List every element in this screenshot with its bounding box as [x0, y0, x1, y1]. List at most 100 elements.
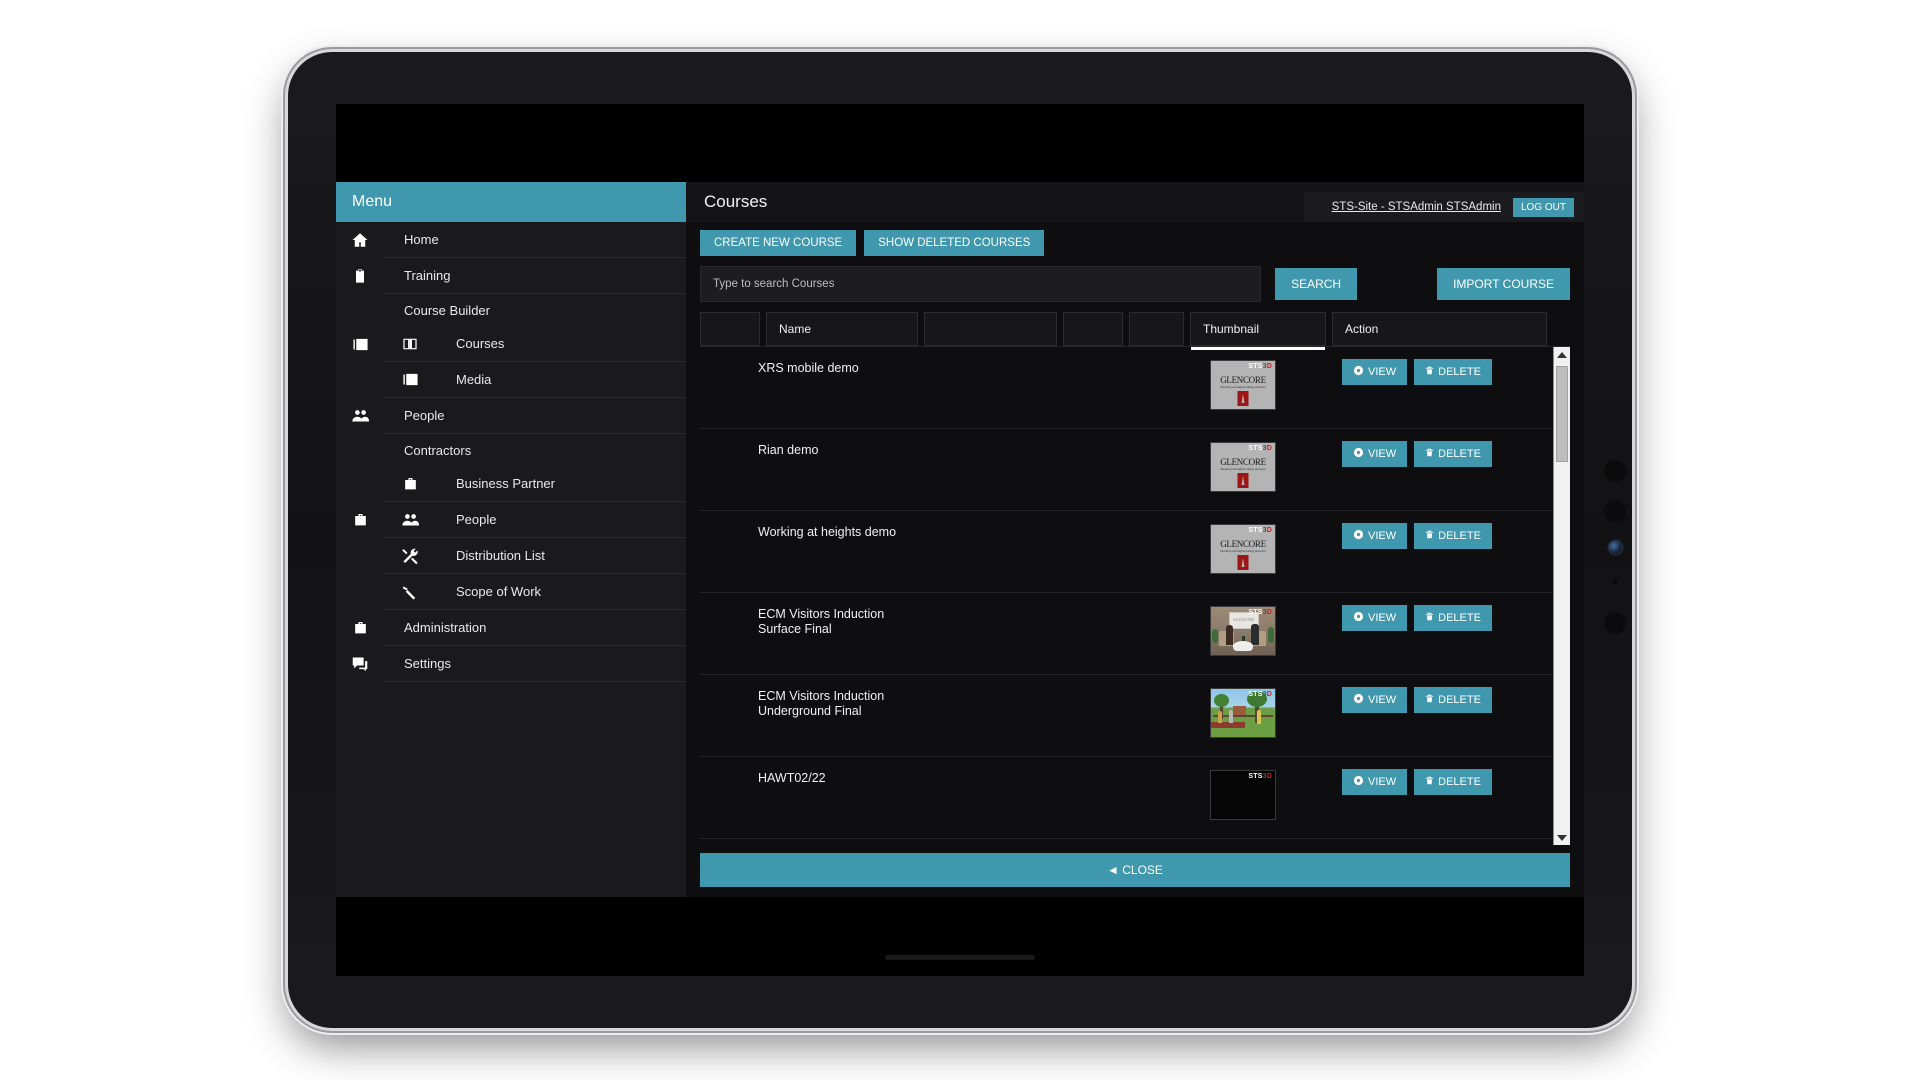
course-action-cell: VIEW DELETE	[1334, 347, 1552, 385]
course-action-cell: VIEW DELETE	[1334, 429, 1552, 467]
tablet-volume-down-button[interactable]	[1604, 500, 1626, 522]
scroll-up-arrow-icon[interactable]	[1554, 347, 1570, 362]
people-icon	[351, 409, 370, 423]
show-deleted-courses-button[interactable]: SHOW DELETED COURSES	[864, 230, 1045, 256]
course-name-cell: XRS mobile demo	[758, 361, 859, 375]
sts3d-logo: STS3D	[1248, 363, 1272, 370]
column-header-thumbnail[interactable]: Thumbnail	[1190, 312, 1326, 350]
create-new-course-button[interactable]: CREATE NEW COURSE	[700, 230, 857, 256]
column-header-action[interactable]: Action	[1332, 312, 1547, 346]
glencore-wordmark: GLENCORE	[1220, 375, 1266, 385]
scroll-down-arrow-icon[interactable]	[1554, 830, 1570, 845]
eye-icon	[1353, 693, 1364, 707]
tablet-volume-up-button[interactable]	[1604, 460, 1626, 482]
view-button-label: VIEW	[1368, 612, 1397, 624]
sidebar-item-scope-of-work[interactable]: Scope of Work	[336, 574, 686, 610]
table-vertical-scrollbar[interactable]	[1553, 347, 1570, 845]
search-input[interactable]	[700, 266, 1262, 302]
scrollbar-track[interactable]	[1554, 362, 1570, 830]
sidebar-item-media[interactable]: Media	[336, 362, 686, 398]
media-icon	[401, 371, 420, 388]
sidebar-item-business-partner[interactable]: Business Partner	[336, 466, 686, 502]
column-header-blank-0[interactable]	[700, 312, 760, 346]
sidebar-item-course-builder-label: Course Builder	[404, 302, 490, 318]
tablet-sensor-icon	[1613, 579, 1618, 584]
table-header-row: Name Thumbnail Action	[700, 312, 1570, 350]
media-icon	[351, 336, 370, 353]
sidebar-item-distribution-list[interactable]: Distribution List	[336, 538, 686, 574]
view-button[interactable]: VIEW	[1342, 769, 1408, 795]
sidebar-item-training[interactable]: Training	[336, 258, 686, 294]
sidebar-item-people-icon-slot	[336, 398, 384, 434]
search-bar: SEARCH IMPORT COURSE	[686, 262, 1584, 312]
eye-icon	[1353, 529, 1364, 543]
tablet-power-button[interactable]	[1604, 612, 1626, 634]
course-thumbnail-cell: STS3D GLENCORE	[1152, 593, 1334, 655]
delete-button[interactable]: DELETE	[1414, 523, 1492, 549]
import-course-button[interactable]: IMPORT COURSE	[1437, 268, 1570, 300]
table-row[interactable]: Rian demo STS3D GLENCORE Working at heights…	[700, 429, 1552, 511]
sidebar-item-home[interactable]: Home	[336, 222, 686, 258]
briefcase-icon	[352, 620, 369, 636]
view-button[interactable]: VIEW	[1342, 523, 1408, 549]
eye-icon	[1353, 775, 1364, 789]
sidebar-item-training-label: Training	[404, 268, 451, 283]
column-header-blank-3[interactable]	[1063, 312, 1123, 346]
course-name-cell: ECM Visitors Induction Underground Final	[758, 689, 885, 718]
course-thumbnail-cell: STS3D GLENCORE Working at heights safety p…	[1152, 347, 1334, 409]
page-title: Courses	[686, 182, 1304, 222]
sidebar-item-people[interactable]: People	[336, 502, 686, 538]
delete-button[interactable]: DELETE	[1414, 605, 1492, 631]
search-button[interactable]: SEARCH	[1275, 268, 1358, 300]
sidebar-item-business-partner-label: Business Partner	[456, 476, 555, 491]
view-button-label: VIEW	[1368, 366, 1397, 378]
sidebar-item-media-parent-icon-slot	[336, 362, 384, 398]
close-button[interactable]: ◄ CLOSE	[700, 853, 1570, 887]
table-row[interactable]: XRS mobile demo STS3D GLENCORE Working at h…	[700, 347, 1552, 429]
delete-button-label: DELETE	[1438, 694, 1481, 706]
sidebar-item-courses-label: Courses	[456, 336, 505, 351]
sidebar-item-administration-icon-slot	[336, 610, 384, 646]
delete-button[interactable]: DELETE	[1414, 687, 1492, 713]
delete-button[interactable]: DELETE	[1414, 359, 1492, 385]
sts3d-logo: STS3D	[1248, 773, 1272, 780]
column-header-blank-4[interactable]	[1129, 312, 1184, 346]
view-button[interactable]: VIEW	[1342, 359, 1408, 385]
view-button[interactable]: VIEW	[1342, 441, 1408, 467]
table-row[interactable]: Working at heights demo STS3D GLENCORE Work…	[700, 511, 1552, 593]
delete-button[interactable]: DELETE	[1414, 441, 1492, 467]
course-action-cell: VIEW DELETE	[1334, 511, 1552, 549]
sidebar-item-people-label: People	[404, 408, 445, 423]
course-thumbnail-cell: STS3D GLENCORE Working at heights safety p…	[1152, 511, 1334, 573]
scrollbar-thumb[interactable]	[1556, 366, 1568, 462]
course-action-cell: VIEW DELETE	[1334, 675, 1552, 713]
hammer-icon	[401, 583, 419, 601]
table-row[interactable]: ECM Visitors Induction Underground Final S…	[700, 675, 1552, 757]
sidebar-item-administration[interactable]: Administration	[336, 610, 686, 646]
view-button[interactable]: VIEW	[1342, 687, 1408, 713]
column-header-name[interactable]: Name	[766, 312, 918, 346]
sidebar-item-courses[interactable]: Courses	[336, 326, 686, 362]
sidebar-item-course-builder[interactable]: Course Builder	[336, 294, 686, 326]
delete-button-label: DELETE	[1438, 612, 1481, 624]
course-thumbnail-dark: STS3D	[1211, 771, 1275, 819]
sidebar-item-courses-parent-icon-slot	[336, 326, 384, 362]
trash-icon	[1425, 693, 1434, 707]
course-name-cell: HAWT02/22	[758, 771, 826, 785]
screen-top-letterbox	[336, 104, 1584, 182]
sidebar-item-settings-icon-slot	[336, 646, 384, 682]
logout-button[interactable]: LOG OUT	[1512, 197, 1574, 217]
course-name-cell: ECM Visitors Induction Surface Final	[758, 607, 885, 636]
home-icon	[351, 231, 369, 249]
sidebar-item-settings[interactable]: Settings	[336, 646, 686, 682]
sidebar-item-contractors[interactable]: Contractors	[336, 434, 686, 466]
sidebar-item-courses-icon-slot	[384, 326, 436, 362]
table-row[interactable]: ECM Visitors Induction Surface Final STS3D…	[700, 593, 1552, 675]
table-row[interactable]: HAWT02/22 STS3D VIEW DELETE	[700, 757, 1552, 839]
sidebar-item-people[interactable]: People	[336, 398, 686, 434]
column-header-blank-2[interactable]	[924, 312, 1057, 346]
view-button[interactable]: VIEW	[1342, 605, 1408, 631]
delete-button[interactable]: DELETE	[1414, 769, 1492, 795]
eye-icon	[1353, 611, 1364, 625]
user-account-link[interactable]: STS-Site - STSAdmin STSAdmin	[1332, 201, 1501, 213]
